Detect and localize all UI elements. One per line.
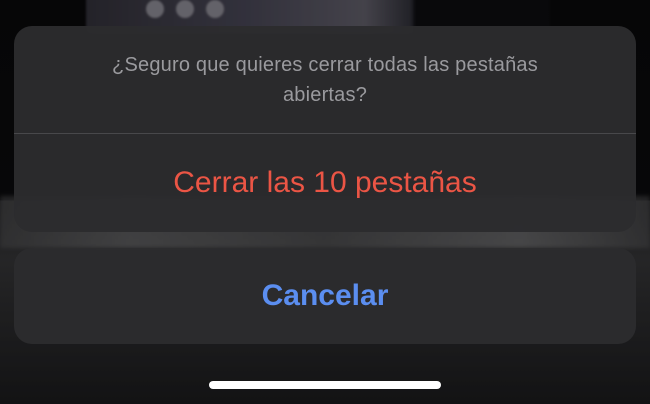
action-sheet-message-text: ¿Seguro que quieres cerrar todas las pes… — [112, 53, 538, 106]
cancel-button[interactable]: Cancelar — [14, 248, 636, 344]
action-sheet-message: ¿Seguro que quieres cerrar todas las pes… — [14, 26, 636, 133]
home-indicator[interactable] — [209, 381, 441, 389]
action-sheet: ¿Seguro que quieres cerrar todas las pes… — [14, 26, 636, 232]
close-all-tabs-button[interactable]: Cerrar las 10 pestañas — [14, 134, 636, 232]
screen: ¿Seguro que quieres cerrar todas las pes… — [0, 0, 650, 404]
